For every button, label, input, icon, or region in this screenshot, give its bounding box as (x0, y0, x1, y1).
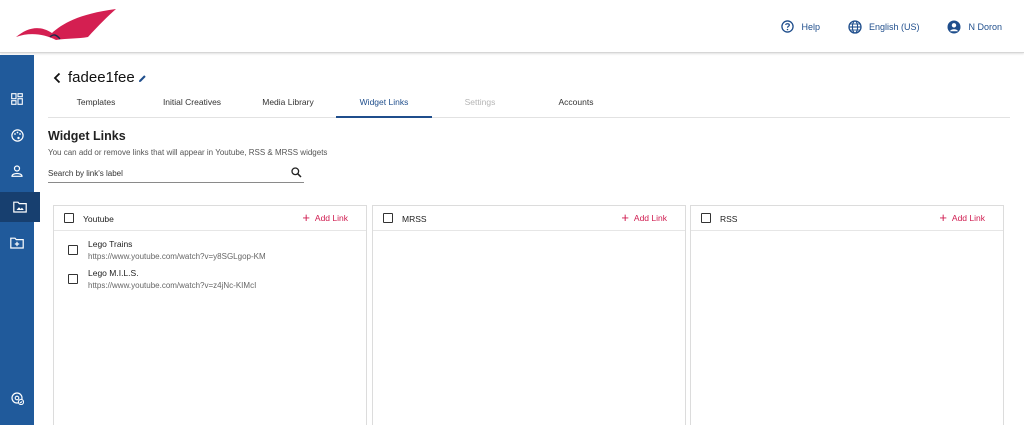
tab-settings: Settings (464, 97, 496, 107)
tab-bar: Templates Initial Creatives Media Librar… (48, 93, 1010, 118)
section-description: You can add or remove links that will ap… (48, 148, 328, 157)
select-all-checkbox[interactable] (701, 213, 711, 223)
top-bar: Help English (US) N Doron (0, 0, 1024, 53)
tab-widget-links[interactable]: Widget Links (336, 93, 432, 118)
select-all-checkbox[interactable] (383, 213, 393, 223)
add-link-label: Add Link (633, 213, 667, 223)
edit-pencil-icon[interactable] (138, 74, 147, 83)
help-button[interactable]: Help (781, 20, 820, 33)
search-field (48, 165, 304, 183)
section-title: Widget Links (48, 129, 126, 143)
sidebar-item-dashboard[interactable] (0, 84, 34, 114)
rss-column: RSS + Add Link (690, 205, 1004, 425)
folder-add-icon (10, 237, 24, 249)
add-link-button[interactable]: + Add Link (621, 210, 667, 225)
sidebar-item-users[interactable] (0, 156, 34, 186)
sidebar-item-settings[interactable] (0, 383, 34, 413)
account-icon (947, 20, 961, 33)
language-label: English (US) (868, 21, 920, 32)
search-input[interactable] (48, 165, 284, 182)
link-url: https://www.youtube.com/watch?v=y8SGLgop… (88, 252, 266, 261)
column-title: MRSS (402, 214, 427, 224)
tab-initial-creatives[interactable]: Initial Creatives (144, 93, 240, 118)
project-title: fadee1fee (68, 69, 135, 86)
user-name: N Doron (968, 21, 1002, 32)
add-link-label: Add Link (951, 213, 985, 223)
plus-icon: + (621, 210, 629, 225)
column-header: RSS + Add Link (691, 206, 1003, 231)
plus-icon: + (939, 210, 947, 225)
link-label: Lego M.I.L.S. (88, 268, 139, 278)
column-header: Youtube + Add Link (54, 206, 366, 231)
tab-media-library[interactable]: Media Library (240, 93, 336, 118)
help-label: Help (801, 21, 820, 32)
search-icon[interactable] (291, 167, 302, 178)
mrss-column: MRSS + Add Link (372, 205, 686, 425)
tab-templates[interactable]: Templates (48, 93, 144, 118)
column-header: MRSS + Add Link (373, 206, 685, 231)
palette-icon (10, 128, 24, 142)
sidebar-item-widget-links[interactable] (0, 192, 40, 222)
add-link-button[interactable]: + Add Link (302, 210, 348, 225)
list-item[interactable]: Lego Trains https://www.youtube.com/watc… (54, 238, 366, 266)
tab-accounts[interactable]: Accounts (528, 93, 624, 118)
column-title: RSS (720, 214, 738, 224)
folder-image-icon (13, 201, 27, 213)
brand-logo[interactable] (14, 6, 118, 46)
sidebar (0, 55, 40, 425)
add-link-button[interactable]: + Add Link (939, 210, 985, 225)
link-label: Lego Trains (88, 239, 133, 249)
settings-icon (10, 391, 24, 405)
user-menu[interactable]: N Doron (947, 20, 1002, 34)
column-title: Youtube (83, 214, 114, 224)
link-url: https://www.youtube.com/watch?v=z4jNc-KI… (88, 281, 257, 290)
youtube-column: Youtube + Add Link Lego Trains https://w… (53, 205, 367, 425)
sidebar-item-creatives[interactable] (0, 120, 34, 150)
link-checkbox[interactable] (68, 274, 78, 284)
dashboard-icon (11, 93, 23, 105)
language-selector[interactable]: English (US) (848, 19, 920, 34)
select-all-checkbox[interactable] (64, 213, 74, 223)
sidebar-item-add-folder[interactable] (0, 228, 34, 258)
plus-icon: + (302, 210, 310, 225)
globe-icon (848, 19, 862, 34)
back-arrow-icon[interactable] (52, 72, 62, 84)
list-item[interactable]: Lego M.I.L.S. https://www.youtube.com/wa… (54, 267, 366, 295)
help-icon (781, 20, 795, 33)
link-checkbox[interactable] (68, 245, 78, 255)
user-icon (11, 165, 23, 177)
add-link-label: Add Link (314, 213, 348, 223)
